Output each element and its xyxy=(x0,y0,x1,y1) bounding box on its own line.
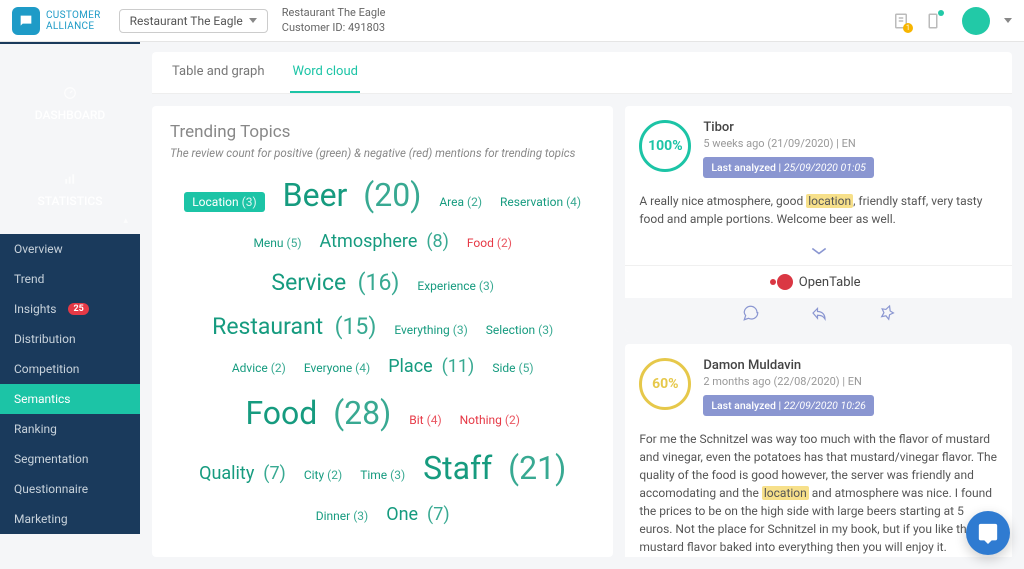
nav-guests[interactable]: GUESTS▾ xyxy=(0,534,140,569)
reply-icon[interactable] xyxy=(742,304,760,326)
word-everyone[interactable]: Everyone (4) xyxy=(304,361,370,375)
nav-trend[interactable]: Trend xyxy=(0,264,140,294)
review-actions xyxy=(625,298,1012,332)
status-dot xyxy=(938,10,944,16)
review-text: A really nice atmosphere, good location,… xyxy=(625,192,1012,238)
word-selection[interactable]: Selection (3) xyxy=(486,323,553,337)
notes-badge: 1 xyxy=(903,23,913,33)
word-city[interactable]: City (2) xyxy=(304,468,342,482)
tab-word-cloud[interactable]: Word cloud xyxy=(290,52,359,93)
review-source: OpenTable xyxy=(625,265,1012,298)
expand-toggle[interactable] xyxy=(625,238,1012,265)
insights-badge: 25 xyxy=(68,303,88,315)
nav-competition[interactable]: Competition xyxy=(0,354,140,384)
restaurant-selector[interactable]: Restaurant The Eagle xyxy=(119,9,268,33)
word-advice[interactable]: Advice (2) xyxy=(232,361,286,375)
word-beer[interactable]: Beer (20) xyxy=(283,176,422,214)
intercom-launcher[interactable] xyxy=(966,511,1010,555)
customer-meta: Restaurant The Eagle Customer ID: 491803 xyxy=(282,6,386,35)
word-cloud: Location (3) Beer (20) Area (2) Reservat… xyxy=(170,160,595,541)
word-service[interactable]: Service (16) xyxy=(271,269,399,296)
analyzed-badge: Last analyzed | 25/09/2020 01:05 xyxy=(703,157,874,178)
word-food[interactable]: Food (28) xyxy=(245,394,391,432)
share-icon[interactable] xyxy=(810,304,828,326)
nav-questionnaire[interactable]: Questionnaire xyxy=(0,474,140,504)
view-tabs: Table and graph Word cloud xyxy=(152,52,1012,94)
trending-topics-panel: Trending Topics The review count for pos… xyxy=(152,106,613,557)
score-ring: 100% xyxy=(639,120,691,172)
nav-overview[interactable]: Overview xyxy=(0,234,140,264)
opentable-icon xyxy=(777,274,793,290)
reviews-panel: 100% Tibor 5 weeks ago (21/09/2020) | EN… xyxy=(625,106,1012,557)
word-everything[interactable]: Everything (3) xyxy=(394,323,467,337)
chevron-down-icon xyxy=(249,18,257,23)
word-restaurant[interactable]: Restaurant (15) xyxy=(212,313,376,340)
word-quality[interactable]: Quality (7) xyxy=(199,463,286,484)
logo-icon xyxy=(12,7,40,35)
user-menu-chevron[interactable] xyxy=(1004,18,1012,23)
review-time: 5 weeks ago (21/09/2020) | EN xyxy=(703,137,874,150)
panel-title: Trending Topics xyxy=(170,122,595,142)
reviewer-name: Tibor xyxy=(703,120,874,135)
word-experience[interactable]: Experience (3) xyxy=(417,279,494,293)
word-nothing[interactable]: Nothing (2) xyxy=(460,413,520,427)
highlight: location xyxy=(762,486,809,500)
nav-dashboard[interactable]: DASHBOARD xyxy=(0,44,140,130)
panel-subtitle: The review count for positive (green) & … xyxy=(170,146,595,160)
nav-insights[interactable]: Insights 25 xyxy=(0,294,140,324)
nav-marketing[interactable]: Marketing xyxy=(0,504,140,534)
word-food-neg[interactable]: Food (2) xyxy=(467,236,512,250)
device-icon[interactable] xyxy=(924,12,942,30)
nav-semantics[interactable]: Semantics xyxy=(0,384,140,414)
review-text: For me the Schnitzel was way too much wi… xyxy=(625,430,1012,557)
review-card: 100% Tibor 5 weeks ago (21/09/2020) | EN… xyxy=(625,106,1012,332)
review-card: 60% Damon Muldavin 2 months ago (22/08/2… xyxy=(625,344,1012,557)
nav-segmentation[interactable]: Segmentation xyxy=(0,444,140,474)
top-header: CUSTOMER ALLIANCE Restaurant The Eagle R… xyxy=(0,0,1024,42)
word-reservation[interactable]: Reservation (4) xyxy=(500,195,581,209)
highlight: location xyxy=(806,194,853,208)
word-area[interactable]: Area (2) xyxy=(439,195,482,209)
brand-text: CUSTOMER ALLIANCE xyxy=(46,10,101,32)
tab-table-graph[interactable]: Table and graph xyxy=(170,52,266,93)
brand-logo[interactable]: CUSTOMER ALLIANCE xyxy=(12,7,101,35)
pin-icon[interactable] xyxy=(878,304,896,326)
word-location[interactable]: Location (3) xyxy=(184,192,264,212)
nav-statistics[interactable]: STATISTICS ▴ xyxy=(0,130,140,234)
word-staff[interactable]: Staff (21) xyxy=(423,449,566,487)
word-menu[interactable]: Menu (5) xyxy=(253,236,301,250)
word-place[interactable]: Place (11) xyxy=(388,356,474,377)
analyzed-badge: Last analyzed | 22/09/2020 10:26 xyxy=(703,395,874,416)
sidebar: DASHBOARD STATISTICS ▴ Overview Trend In… xyxy=(0,0,140,569)
reviewer-name: Damon Muldavin xyxy=(703,358,874,373)
word-one[interactable]: One (7) xyxy=(386,504,449,525)
gauge-icon xyxy=(63,86,77,100)
nav-distribution[interactable]: Distribution xyxy=(0,324,140,354)
nav-ranking[interactable]: Ranking xyxy=(0,414,140,444)
review-time: 2 months ago (22/08/2020) | EN xyxy=(703,375,874,388)
word-time[interactable]: Time (3) xyxy=(360,468,405,482)
word-atmosphere[interactable]: Atmosphere (8) xyxy=(320,231,449,252)
word-side[interactable]: Side (5) xyxy=(492,361,533,375)
notes-icon[interactable]: 1 xyxy=(892,12,910,30)
score-ring: 60% xyxy=(639,358,691,410)
word-dinner[interactable]: Dinner (3) xyxy=(316,509,369,523)
user-avatar[interactable] xyxy=(962,7,990,35)
main-content: Table and graph Word cloud Trending Topi… xyxy=(140,0,1024,569)
word-bit[interactable]: Bit (4) xyxy=(409,413,441,427)
chart-icon xyxy=(63,172,77,186)
chevron-up-icon: ▴ xyxy=(123,216,128,226)
